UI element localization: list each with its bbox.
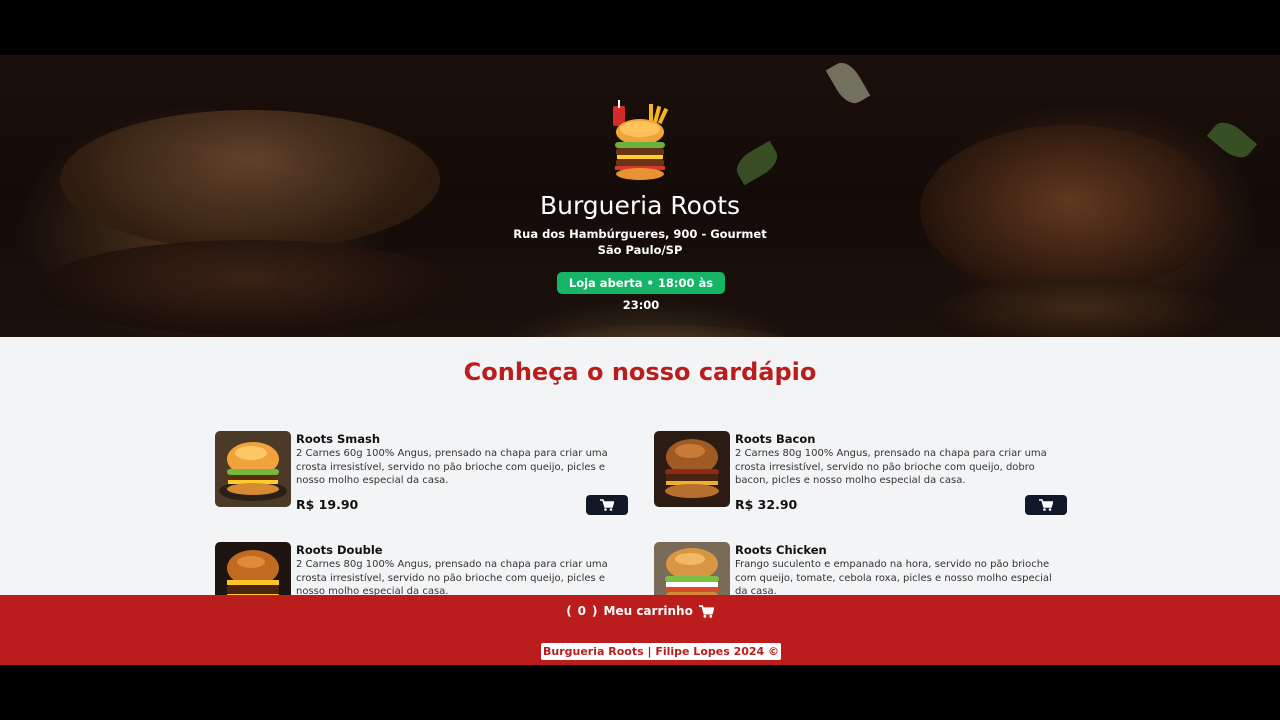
cart-close-paren: ) (592, 604, 598, 618)
cart-icon (600, 499, 614, 511)
restaurant-name: Burgueria Roots (539, 191, 741, 220)
burger-photo (215, 431, 291, 507)
menu-item-roots-smash: Roots Smash 2 Carnes 60g 100% Angus, pre… (215, 431, 628, 515)
cart-icon (1039, 499, 1053, 511)
hero-banner: Burgueria Roots Rua dos Hambúrgueres, 90… (0, 55, 1280, 337)
menu-item-roots-bacon: Roots Bacon 2 Carnes 80g 100% Angus, pre… (654, 431, 1067, 515)
cart-label: Meu carrinho (603, 604, 693, 618)
page: Burgueria Roots Rua dos Hambúrgueres, 90… (0, 55, 1280, 665)
item-name: Roots Chicken (735, 543, 827, 557)
item-name: Roots Double (296, 543, 383, 557)
burger-photo (654, 431, 730, 507)
item-name: Roots Bacon (735, 432, 816, 446)
store-status-badge: Loja aberta • 18:00 às 23:00 (557, 272, 725, 312)
item-name: Roots Smash (296, 432, 381, 446)
item-price: R$ 32.90 (735, 497, 798, 512)
cart-button[interactable]: ( 0 ) Meu carrinho (0, 604, 1280, 618)
item-description: Frango suculento e empanado na hora, ser… (735, 559, 1052, 597)
item-description: 2 Carnes 80g 100% Angus, prensado na cha… (735, 448, 1047, 486)
add-to-cart-button[interactable] (1025, 495, 1067, 515)
item-description: 2 Carnes 80g 100% Angus, prensado na cha… (296, 559, 608, 597)
item-description: 2 Carnes 60g 100% Angus, prensado na cha… (296, 448, 608, 486)
add-to-cart-button[interactable] (586, 495, 628, 515)
menu-title: Conheça o nosso cardápio (463, 358, 817, 386)
address-line-1: Rua dos Hambúrgueres, 900 - Gourmet (513, 227, 767, 241)
item-price: R$ 19.90 (296, 497, 359, 512)
cart-count: 0 (577, 604, 587, 618)
cart-icon (698, 604, 714, 618)
cart-open-paren: ( (566, 604, 572, 618)
copyright-text: Burgueria Roots | Filipe Lopes 2024 © (541, 643, 782, 660)
burger-logo-icon (613, 100, 669, 180)
address-line-2: São Paulo/SP (597, 243, 683, 257)
cart-footer: ( 0 ) Meu carrinho Burgueria Roots | Fil… (0, 595, 1280, 665)
